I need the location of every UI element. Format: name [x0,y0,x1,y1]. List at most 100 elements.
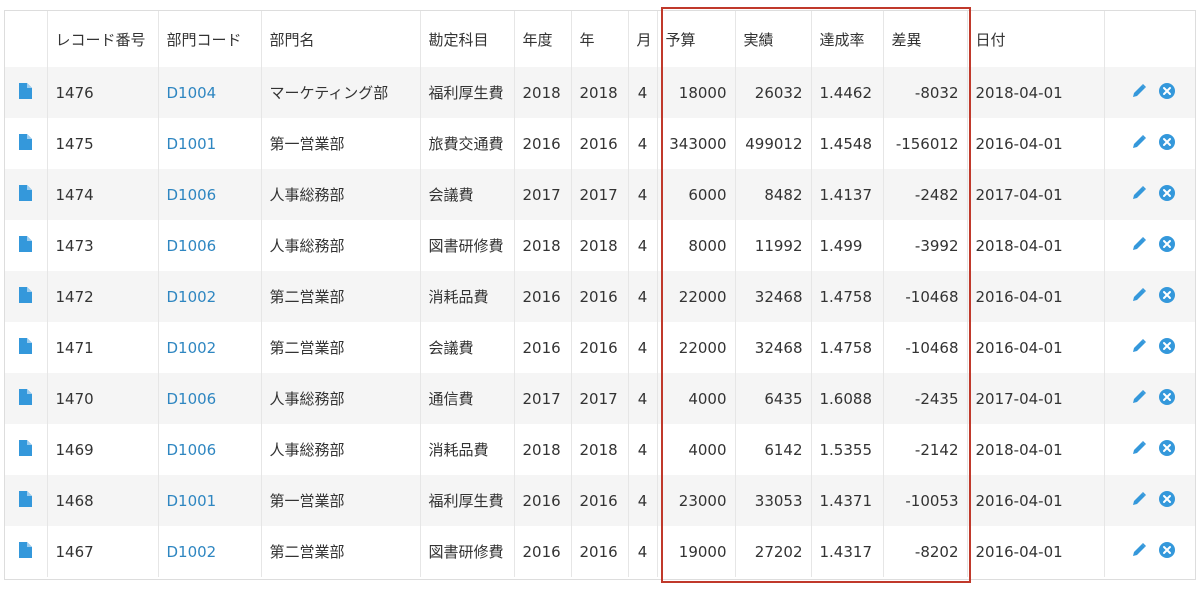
close-circle-icon[interactable] [1159,286,1175,307]
close-circle-icon[interactable] [1159,82,1175,103]
close-circle-icon[interactable] [1159,235,1175,256]
cell-department-code[interactable]: D1006 [158,373,262,424]
close-circle-icon[interactable] [1159,541,1175,562]
close-circle-icon[interactable] [1159,184,1175,205]
table-row: 1469 D1006 人事総務部 消耗品費 2018 2018 4 4000 6142 1.535… [5,424,1195,475]
table-row: 1472 D1002 第二営業部 消耗品費 2016 2016 4 22000 32468 1.4… [5,271,1195,322]
cell-account-item: 福利厚生費 [420,475,515,526]
header-difference[interactable]: 差異 [883,11,968,67]
row-actions-cell [1104,169,1195,220]
close-circle-icon[interactable] [1159,439,1175,460]
document-icon[interactable] [19,388,33,409]
document-icon[interactable] [19,337,33,358]
cell-record-number: 1476 [47,67,159,118]
cell-department-name: 第二営業部 [261,322,421,373]
cell-account-item: 会議費 [420,169,515,220]
close-circle-icon[interactable] [1159,133,1175,154]
header-record-number[interactable]: レコード番号 [47,11,159,67]
document-icon[interactable] [19,133,33,154]
document-icon[interactable] [19,82,33,103]
cell-department-code[interactable]: D1001 [158,475,262,526]
close-circle-icon[interactable] [1159,337,1175,358]
header-actual[interactable]: 実績 [735,11,812,67]
cell-department-code[interactable]: D1004 [158,67,262,118]
header-department-name[interactable]: 部門名 [261,11,421,67]
table-row: 1468 D1001 第一営業部 福利厚生費 2016 2016 4 23000 33053 1.… [5,475,1195,526]
header-department-code[interactable]: 部門コード [158,11,262,67]
close-circle-icon[interactable] [1159,490,1175,511]
cell-department-code[interactable]: D1002 [158,526,262,577]
records-table: レコード番号 部門コード 部門名 勘定科目 年度 年 月 予算 実績 達成率 差… [5,11,1195,577]
cell-year: 2016 [571,118,629,169]
header-account-item[interactable]: 勘定科目 [420,11,515,67]
cell-department-code[interactable]: D1006 [158,424,262,475]
header-month[interactable]: 月 [628,11,658,67]
cell-fiscal-year: 2018 [514,220,572,271]
header-fiscal-year[interactable]: 年度 [514,11,572,67]
document-icon[interactable] [19,235,33,256]
cell-department-name: 第二営業部 [261,271,421,322]
close-circle-icon[interactable] [1159,388,1175,409]
pencil-icon[interactable] [1131,491,1147,511]
cell-department-code[interactable]: D1001 [158,118,262,169]
cell-department-code[interactable]: D1006 [158,220,262,271]
cell-actual: 32468 [735,322,812,373]
pencil-icon[interactable] [1131,287,1147,307]
cell-date: 2016-04-01 [967,475,1105,526]
row-view-cell [5,118,48,169]
cell-fiscal-year: 2017 [514,169,572,220]
cell-month: 4 [628,169,658,220]
cell-month: 4 [628,424,658,475]
cell-year: 2017 [571,373,629,424]
cell-department-name: 第一営業部 [261,475,421,526]
pencil-icon[interactable] [1131,338,1147,358]
cell-department-name: 第一営業部 [261,118,421,169]
cell-record-number: 1470 [47,373,159,424]
pencil-icon[interactable] [1131,236,1147,256]
cell-department-code[interactable]: D1002 [158,271,262,322]
cell-budget: 343000 [657,118,736,169]
pencil-icon[interactable] [1131,134,1147,154]
row-actions-cell [1104,118,1195,169]
cell-department-code[interactable]: D1002 [158,322,262,373]
document-icon[interactable] [19,439,33,460]
document-icon[interactable] [19,541,33,562]
table-row: 1475 D1001 第一営業部 旅費交通費 2016 2016 4 343000 499012… [5,118,1195,169]
header-date[interactable]: 日付 [967,11,1105,67]
cell-fiscal-year: 2016 [514,271,572,322]
cell-budget: 22000 [657,271,736,322]
pencil-icon[interactable] [1131,185,1147,205]
cell-date: 2016-04-01 [967,271,1105,322]
document-icon[interactable] [19,490,33,511]
records-table-frame: レコード番号 部門コード 部門名 勘定科目 年度 年 月 予算 実績 達成率 差… [4,10,1196,580]
cell-difference: -10053 [883,475,968,526]
document-icon[interactable] [19,184,33,205]
cell-month: 4 [628,67,658,118]
cell-actual: 32468 [735,271,812,322]
cell-year: 2016 [571,475,629,526]
pencil-icon[interactable] [1131,389,1147,409]
document-icon[interactable] [19,286,33,307]
pencil-icon[interactable] [1131,83,1147,103]
cell-actual: 499012 [735,118,812,169]
cell-achievement-rate: 1.4462 [811,67,884,118]
cell-year: 2016 [571,526,629,577]
cell-difference: -156012 [883,118,968,169]
cell-fiscal-year: 2017 [514,373,572,424]
cell-year: 2016 [571,271,629,322]
row-actions-cell [1104,424,1195,475]
table-row: 1471 D1002 第二営業部 会議費 2016 2016 4 22000 32468 1.47… [5,322,1195,373]
header-budget[interactable]: 予算 [657,11,736,67]
header-year[interactable]: 年 [571,11,629,67]
pencil-icon[interactable] [1131,440,1147,460]
pencil-icon[interactable] [1131,542,1147,562]
cell-actual: 27202 [735,526,812,577]
cell-achievement-rate: 1.5355 [811,424,884,475]
cell-record-number: 1475 [47,118,159,169]
cell-year: 2018 [571,67,629,118]
header-achievement-rate[interactable]: 達成率 [811,11,884,67]
cell-department-name: 人事総務部 [261,220,421,271]
cell-department-code[interactable]: D1006 [158,169,262,220]
cell-department-name: 人事総務部 [261,373,421,424]
cell-date: 2018-04-01 [967,424,1105,475]
